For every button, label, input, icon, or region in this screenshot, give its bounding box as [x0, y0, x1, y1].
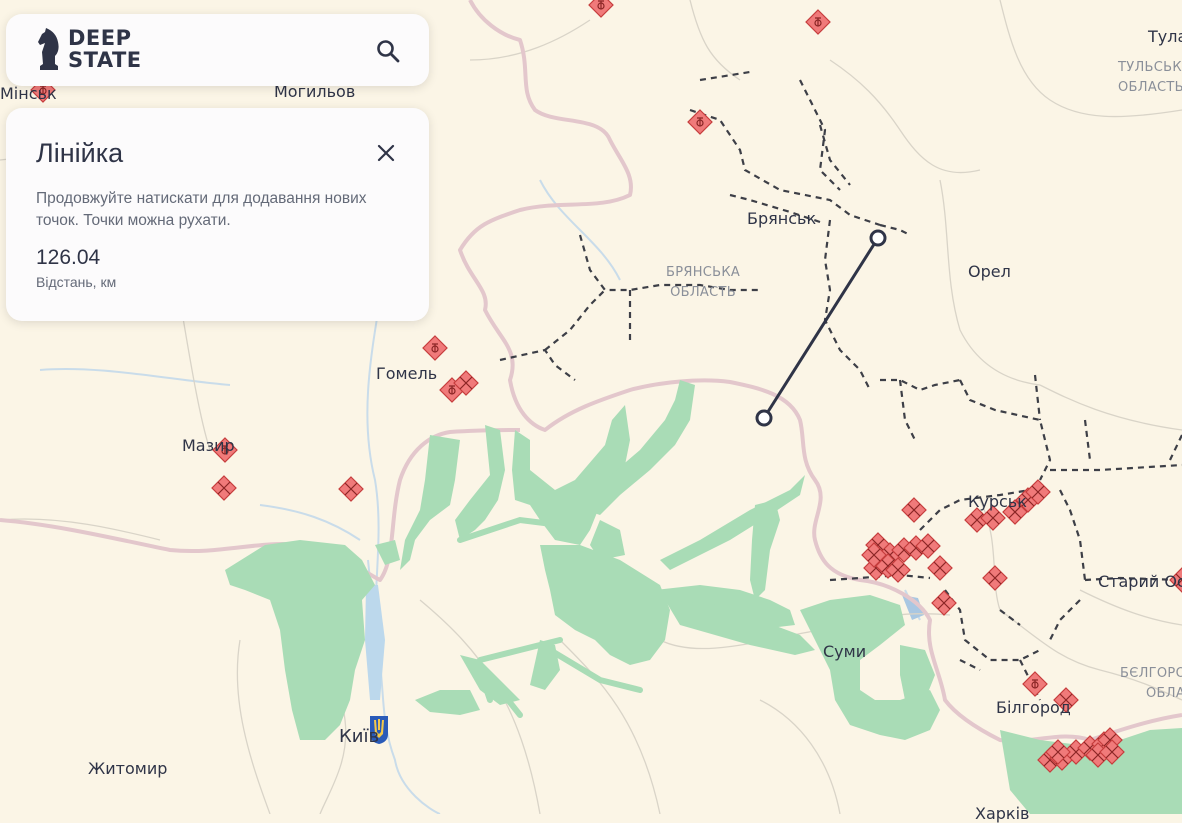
region-label-tula: ТУЛЬСЬКА ОБЛАСТЬ [1118, 60, 1182, 95]
logo-text: DEEP STATE [68, 26, 142, 72]
region-label-bryansk: БРЯНСЬКА ОБЛАСТЬ [666, 265, 741, 300]
city-label-kursk: Курськ [968, 492, 1027, 511]
city-label-belgorod: Білгород [996, 698, 1071, 717]
city-label-tula: Тула [1148, 27, 1182, 46]
ruler-distance-value: 126.04 [36, 246, 101, 269]
city-label-orel: Орел [968, 262, 1011, 281]
ruler-description: Продовжуйте натискати для додавання нови… [36, 190, 367, 229]
logo[interactable]: DEEP STATE [36, 26, 142, 72]
close-icon [377, 144, 395, 162]
ruler-distance-label: Відстань, км [36, 274, 117, 290]
ruler-point-start[interactable] [755, 409, 773, 427]
city-label-zhytomyr: Житомир [88, 759, 168, 778]
search-icon [377, 40, 400, 63]
ruler-title: Лінійка [36, 138, 124, 168]
city-label-gomel: Гомель [376, 364, 438, 383]
search-button[interactable] [375, 38, 401, 64]
ruler-panel: Лінійка Продовжуйте натискати для додава… [6, 108, 429, 321]
city-label-bryansk: Брянськ [747, 209, 817, 228]
close-button[interactable] [377, 144, 395, 162]
region-label-belgorod: БЄЛГОРОДСЬКА ОБЛАСТЬ [1120, 666, 1182, 701]
ruler-point-end[interactable] [869, 229, 887, 247]
city-label-stary-oskol: Старий Оскол [1098, 572, 1182, 591]
top-bar: DEEP STATE [6, 14, 429, 86]
knight-logo-icon [38, 28, 59, 70]
city-label-kyiv: Київ [339, 726, 380, 747]
city-label-mazyr: Мазир [182, 436, 235, 455]
city-label-sumy: Суми [823, 642, 867, 661]
city-label-minsk: Мінськ [0, 84, 57, 103]
